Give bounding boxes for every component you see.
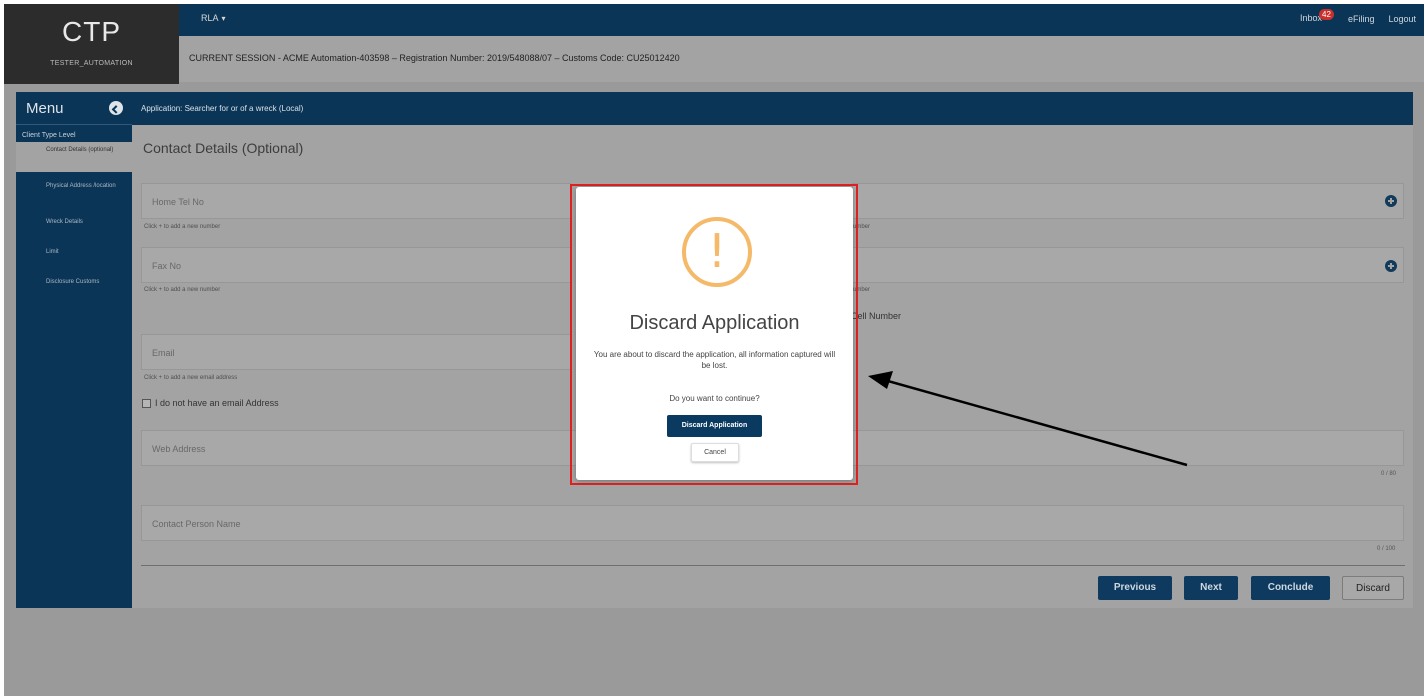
annotation-arrow [868, 371, 1188, 467]
arrow-shaft [887, 379, 1188, 467]
arrow-head [868, 371, 893, 389]
